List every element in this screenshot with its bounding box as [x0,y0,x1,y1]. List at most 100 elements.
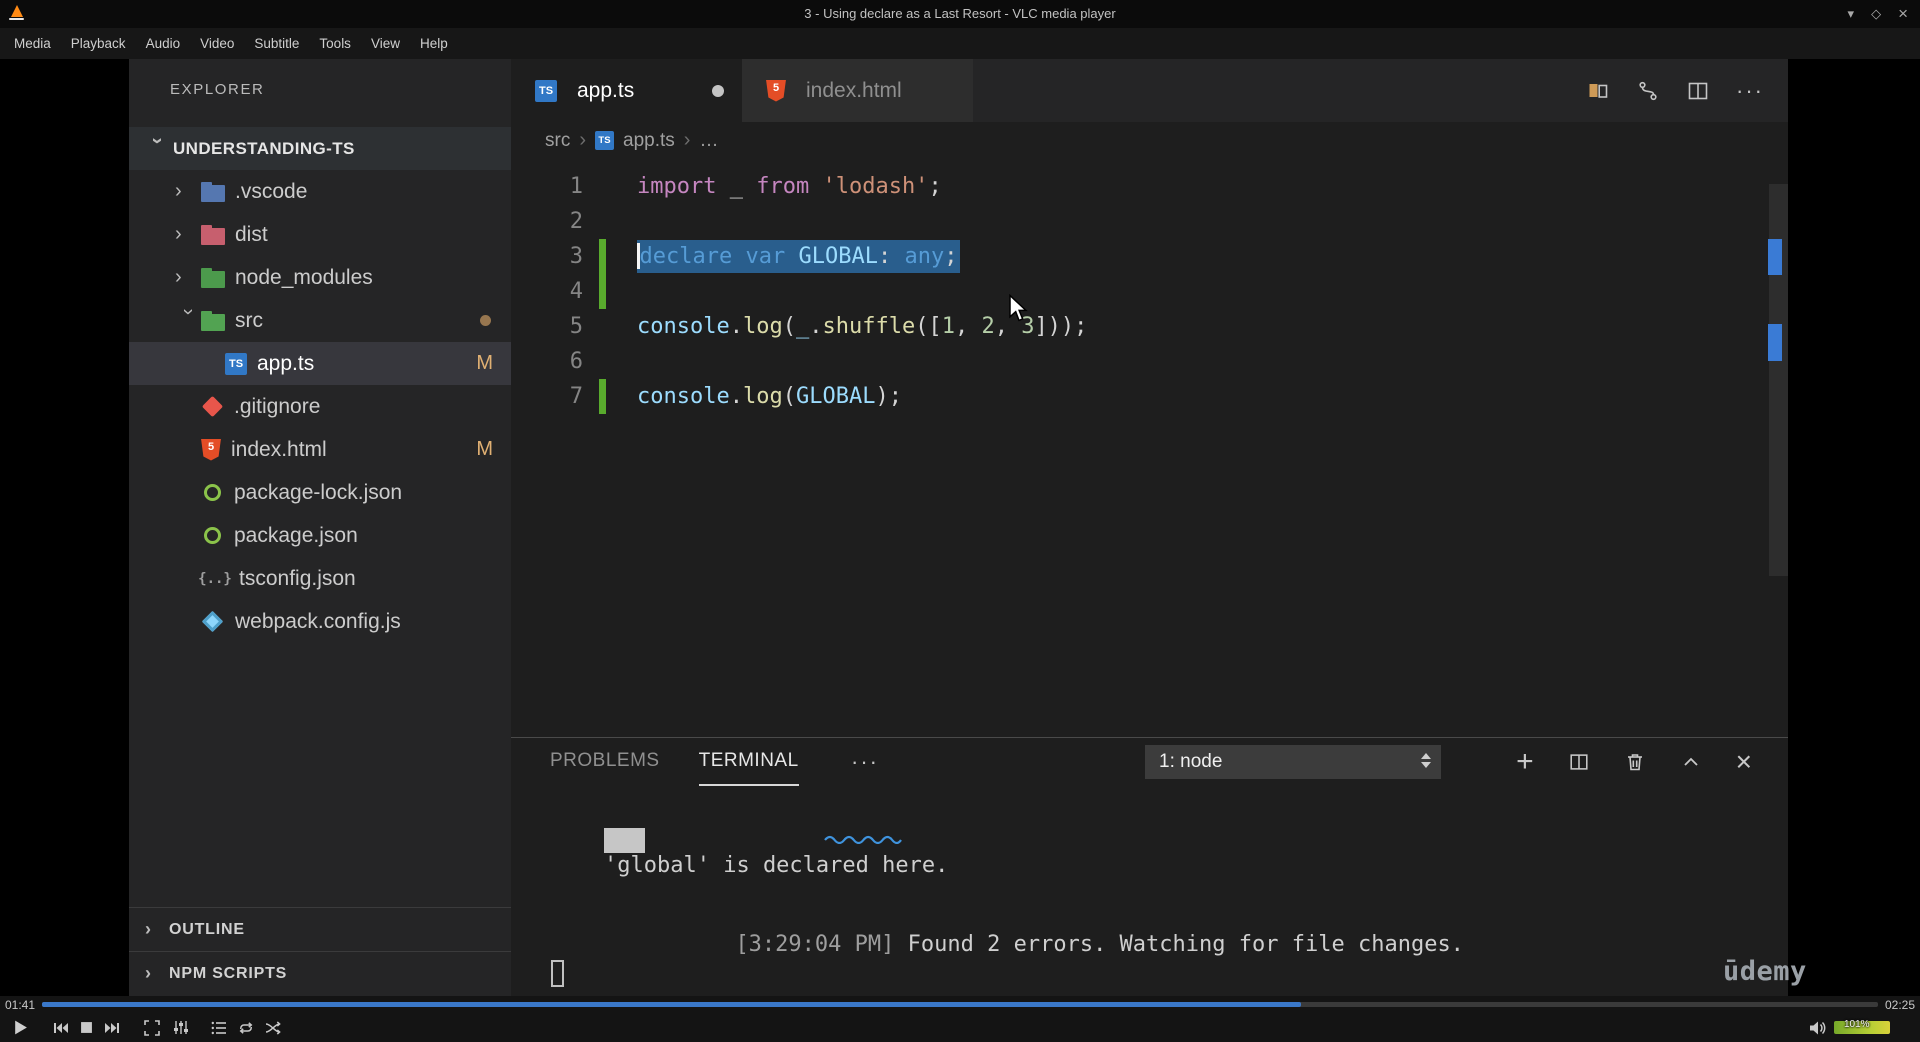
section-npm-scripts[interactable]: › NPM SCRIPTS [129,951,511,995]
terminal-highlight-block [604,828,645,853]
shuffle-icon[interactable] [265,1020,281,1035]
split-terminal-icon[interactable] [1568,751,1590,773]
overview-mark [1768,239,1782,275]
file-label: tsconfig.json [239,566,356,590]
file-label: src [235,308,263,332]
panel-tab-terminal[interactable]: TERMINAL [698,738,799,786]
close-icon[interactable]: × [1898,0,1908,28]
editor-tab-bar: TS app.ts 5 index.html ··· [511,59,1788,122]
section-label: OUTLINE [169,920,245,938]
menu-item-tools[interactable]: Tools [309,28,361,59]
panel-tabs: PROBLEMS TERMINAL [550,738,799,786]
compare-changes-icon[interactable] [1636,79,1660,103]
next-icon[interactable] [104,1021,120,1035]
chevron-right-icon: › [145,963,152,983]
json-icon [204,527,221,544]
tree-item-package-lock.json[interactable]: ›package-lock.json [129,471,511,514]
terminal-selector-value: 1: node [1159,751,1223,772]
menu-item-help[interactable]: Help [410,28,458,59]
tree-item-dist[interactable]: › dist [129,213,511,256]
tree-item-index.html[interactable]: ›5index.htmlM [129,428,511,471]
seek-bar[interactable] [42,1002,1878,1007]
chevron-right-icon: › [175,266,182,288]
line-number: 3 [569,244,583,269]
kill-terminal-icon[interactable] [1624,751,1646,773]
tree-item-src[interactable]: › src [129,299,511,342]
typescript-icon: TS [595,131,614,150]
menu-item-view[interactable]: View [361,28,410,59]
playlist-icon[interactable] [211,1021,227,1035]
title-bar[interactable]: 3 - Using declare as a Last Resort - VLC… [0,0,1920,28]
menu-item-audio[interactable]: Audio [136,28,191,59]
loop-icon[interactable] [238,1021,254,1035]
stop-icon[interactable] [80,1021,93,1034]
file-tree: › UNDERSTANDING-TS › .vscode › dist › node_modu… [129,127,511,643]
tree-item-webpack.config.js[interactable]: ›webpack.config.js [129,600,511,643]
tree-item-package.json[interactable]: ›package.json [129,514,511,557]
menu-bar: Media Playback Audio Video Subtitle Tools View… [0,28,1920,59]
volume-percent: 101% [1844,1019,1870,1030]
open-changes-icon[interactable] [1586,79,1610,103]
folder-icon [201,310,225,331]
terminal-line: 'global' is declared here. [604,853,949,878]
typescript-icon: TS [535,79,557,102]
overview-ruler[interactable] [1763,159,1788,737]
section-outline[interactable]: › OUTLINE [129,907,511,951]
dirty-indicator [712,84,724,97]
breadcrumb-item[interactable]: app.ts [623,130,675,152]
tree-item-.gitignore[interactable]: ›.gitignore [129,385,511,428]
fullscreen-icon[interactable] [144,1019,160,1036]
code-editor[interactable]: 1 import _ from 'lodash'; 2 3 declare var GL… [511,159,1788,737]
panel-more-icon[interactable]: ··· [851,738,879,786]
maximize-panel-icon[interactable] [1680,751,1702,773]
volume-slider[interactable]: 101% [1834,1019,1890,1034]
video-area[interactable]: EXPLORER › UNDERSTANDING-TS › .vscode › dist ›… [0,59,1920,996]
code-line-2: 2 [511,204,1788,239]
tree-item-node_modules[interactable]: › node_modules [129,256,511,299]
previous-icon[interactable] [53,1021,69,1035]
section-label: NPM SCRIPTS [169,964,288,982]
terminal-cursor [551,960,564,987]
tab-label: app.ts [577,78,635,102]
tree-item-app.ts[interactable]: TS app.ts M [129,342,511,385]
tab-index.html[interactable]: 5 index.html [742,59,973,122]
terminal-output[interactable]: 'global' is declared here. [3:29:04 PM] … [511,786,1806,997]
chevron-down-icon: › [146,137,169,145]
chevron-down-icon: › [177,308,200,316]
minimize-icon[interactable]: ▾ [1848,0,1855,28]
speaker-icon[interactable] [1809,1020,1827,1036]
git-icon [201,395,224,418]
git-modified-badge: M [476,438,493,460]
file-label: package.json [234,523,358,547]
terminal-selector[interactable]: 1: node [1145,745,1441,779]
menu-item-subtitle[interactable]: Subtitle [244,28,309,59]
code-line-4: 4 [511,274,1788,309]
tree-item-.vscode[interactable]: › .vscode [129,170,511,213]
panel-tab-problems[interactable]: PROBLEMS [550,738,660,786]
line-number: 1 [569,174,583,199]
play-icon[interactable] [12,1019,29,1036]
maximize-icon[interactable]: ◇ [1871,0,1881,28]
tab-app.ts[interactable]: TS app.ts [511,59,742,122]
breadcrumb-item[interactable]: … [699,130,718,152]
tab-label: index.html [806,78,902,102]
error-squiggle-icon [824,835,902,844]
menu-item-video[interactable]: Video [190,28,244,59]
html5-icon: 5 [201,438,221,461]
extended-settings-icon[interactable] [173,1020,189,1035]
more-actions-icon[interactable]: ··· [1736,78,1764,104]
breadcrumb-item[interactable]: src [545,130,570,152]
terminal-line: [3:29:04 PM] Found 2 errors. Watching fo… [735,932,1464,957]
menu-item-playback[interactable]: Playback [61,28,136,59]
line-number: 6 [569,349,583,374]
explorer-sidebar: EXPLORER › UNDERSTANDING-TS › .vscode › dist ›… [129,59,511,996]
menu-item-media[interactable]: Media [4,28,61,59]
close-panel-icon[interactable]: × [1736,746,1752,778]
breadcrumb: src › TS app.ts ›… [511,122,1788,159]
new-terminal-icon[interactable]: + [1516,745,1534,779]
tree-root-folder[interactable]: › UNDERSTANDING-TS [129,127,511,170]
split-editor-icon[interactable] [1686,79,1710,103]
time-elapsed: 01:41 [5,997,36,1012]
json-icon [204,484,221,501]
tree-item-tsconfig.json[interactable]: ›{..}tsconfig.json [129,557,511,600]
